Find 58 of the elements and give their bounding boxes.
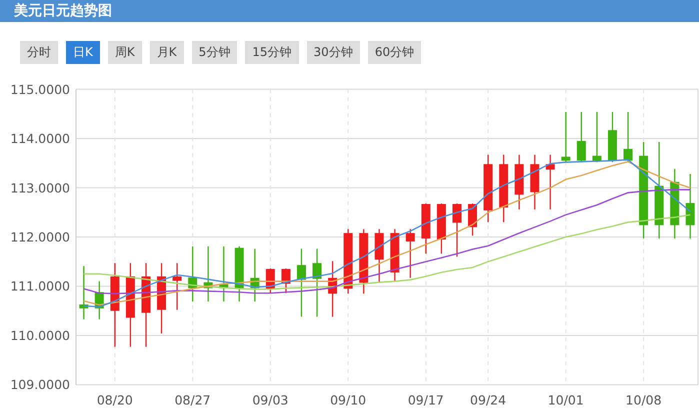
candlestick: [188, 246, 198, 302]
period-tab[interactable]: 月K: [150, 41, 184, 64]
candlestick: [281, 268, 290, 294]
y-axis-label: 109.0000: [10, 377, 70, 392]
period-tab[interactable]: 日K: [66, 41, 100, 64]
candlestick: [561, 112, 570, 162]
candlestick: [328, 261, 338, 317]
candlestick: [234, 246, 244, 302]
candlestick: [94, 281, 104, 320]
candlestick: [157, 263, 166, 334]
period-tab[interactable]: 60分钟: [368, 41, 422, 64]
x-axis-label: 09/17: [408, 392, 444, 408]
candlestick: [406, 229, 415, 278]
candlestick: [670, 169, 680, 238]
x-axis-label: 10/08: [626, 392, 662, 408]
y-axis-label: 111.0000: [10, 278, 70, 294]
y-axis-label: 112.0000: [10, 230, 70, 244]
candlestick: [468, 204, 478, 236]
candlestick: [514, 154, 524, 210]
candlestick: [312, 248, 322, 317]
x-axis-label: 09/10: [330, 392, 366, 408]
candlestick: [624, 112, 633, 162]
candlestick: [250, 248, 260, 302]
candlestick: [484, 154, 493, 222]
candlestick: [421, 204, 430, 254]
candlestick: [530, 154, 540, 210]
y-axis-label: 110.0000: [10, 328, 70, 343]
period-tab[interactable]: 5分钟: [192, 41, 238, 64]
candlestick: [296, 248, 306, 317]
candlestick: [436, 204, 446, 254]
candlestick: [374, 229, 384, 283]
x-axis-label: 08/20: [96, 392, 133, 408]
candlestick: [592, 112, 602, 162]
y-axis-label: 114.0000: [10, 131, 70, 146]
candlestick: [608, 112, 617, 162]
candlestick: [79, 266, 88, 320]
candlestick: [344, 229, 353, 294]
period-tab[interactable]: 30分钟: [306, 41, 360, 64]
period-tab[interactable]: 15分钟: [245, 41, 299, 64]
candlestick: [359, 229, 368, 294]
candlestick: [172, 263, 182, 310]
candlestick: [546, 154, 555, 210]
x-axis-label: 09/03: [252, 392, 288, 408]
candlestick: [219, 246, 228, 302]
period-tab[interactable]: 分时: [20, 41, 58, 64]
candlestick: [576, 112, 586, 162]
y-axis-label: 113.0000: [10, 180, 70, 196]
candlestick: [686, 174, 695, 238]
candlestick: [499, 154, 508, 222]
candlestick: [390, 229, 400, 281]
candlestick: [452, 204, 462, 257]
candlestick: [204, 246, 213, 302]
y-axis-label: 115.0000: [10, 82, 70, 97]
chart-title: 美元日元趋势图: [14, 2, 112, 20]
x-axis-label: 10/01: [548, 392, 584, 408]
x-axis-label: 09/24: [470, 392, 506, 408]
x-axis-label: 08/27: [174, 392, 211, 408]
period-tab[interactable]: 周K: [108, 41, 142, 64]
